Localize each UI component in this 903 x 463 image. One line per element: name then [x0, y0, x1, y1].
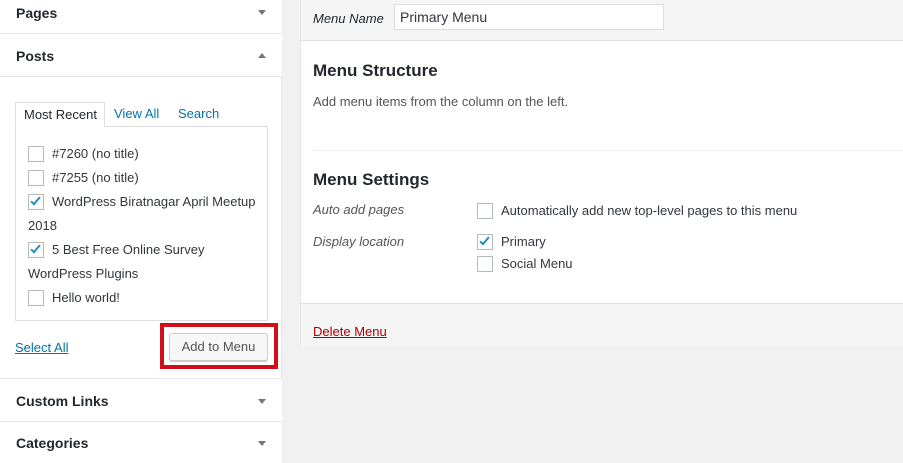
menus-screen: Pages Posts Most Recent View All Search … [0, 0, 903, 463]
display-location-label: Display location [313, 234, 405, 249]
chevron-down-icon [258, 10, 266, 15]
chevron-down-icon [258, 399, 266, 404]
list-item-label: WordPress Biratnagar April Meetup [52, 194, 256, 209]
tab-view-all[interactable]: View All [114, 102, 159, 127]
list-item-label: Hello world! [52, 290, 120, 305]
tab-most-recent[interactable]: Most Recent [15, 102, 105, 127]
accordion-pages[interactable]: Pages [0, 0, 282, 34]
auto-add-pages-label: Auto add pages [313, 202, 405, 217]
checkbox[interactable] [28, 146, 44, 162]
delete-menu-link[interactable]: Delete Menu [313, 324, 387, 339]
checkbox[interactable] [477, 203, 493, 219]
accordion-posts-title: Posts [16, 48, 55, 64]
checkbox[interactable] [477, 234, 493, 250]
checkmark-icon [30, 194, 41, 206]
location-primary-label: Primary [501, 234, 546, 249]
select-all-link[interactable]: Select All [15, 340, 68, 355]
menu-settings-title: Menu Settings [313, 170, 430, 189]
checkbox[interactable] [28, 170, 44, 186]
accordion-categories[interactable]: Categories [0, 422, 282, 463]
menu-header: Menu Name [301, 0, 903, 41]
list-item-label: 5 Best Free Online Survey [52, 242, 205, 257]
tab-search[interactable]: Search [178, 102, 219, 127]
checkbox[interactable] [28, 242, 44, 258]
menu-editor: Menu Name Menu Structure Add menu items … [300, 0, 903, 346]
accordion-custom-links-title: Custom Links [16, 393, 109, 409]
divider [313, 150, 903, 151]
add-to-menu-button[interactable]: Add to Menu [169, 333, 268, 361]
accordion-categories-title: Categories [16, 435, 89, 451]
list-item-label-continued: 2018 [28, 218, 57, 233]
checkbox[interactable] [477, 256, 493, 272]
accordion-posts[interactable]: Posts [0, 34, 282, 77]
list-item-label-continued: WordPress Plugins [28, 266, 139, 281]
checkbox[interactable] [28, 290, 44, 306]
chevron-up-icon [258, 53, 266, 58]
menu-footer: Delete Menu [301, 303, 903, 346]
auto-add-pages-option-label: Automatically add new top-level pages to… [501, 203, 798, 218]
chevron-down-icon [258, 441, 266, 446]
checkmark-icon [479, 234, 490, 246]
posts-checklist: #7260 (no title) #7255 (no title) WordPr… [15, 126, 268, 321]
list-item-label: #7255 (no title) [52, 170, 139, 185]
add-menu-items-panel: Pages Posts Most Recent View All Search … [0, 0, 282, 463]
menu-structure-title: Menu Structure [313, 61, 438, 80]
accordion-custom-links[interactable]: Custom Links [0, 378, 282, 422]
menu-structure-description: Add menu items from the column on the le… [313, 94, 569, 109]
checkmark-icon [30, 242, 41, 254]
menu-name-label: Menu Name [313, 11, 384, 26]
posts-tabs: Most Recent View All Search [15, 102, 267, 127]
checkbox[interactable] [28, 194, 44, 210]
location-social-menu-label: Social Menu [501, 256, 573, 271]
accordion-pages-title: Pages [16, 5, 58, 21]
menu-name-input[interactable] [394, 4, 664, 30]
list-item-label: #7260 (no title) [52, 146, 139, 161]
